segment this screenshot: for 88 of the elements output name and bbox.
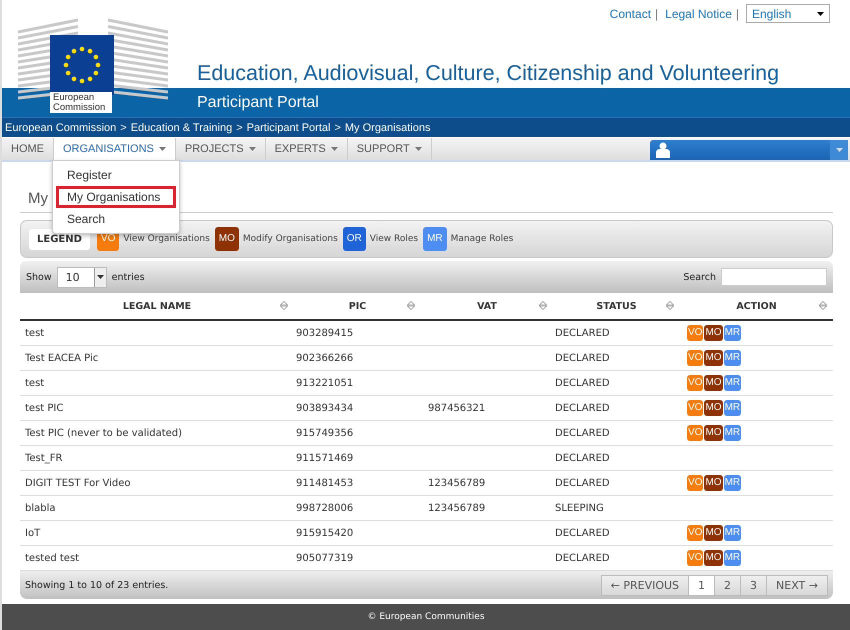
table-cell: test — [25, 378, 44, 388]
breadcrumb-link[interactable]: European Commission — [5, 122, 116, 134]
page-button[interactable]: NEXT → — [766, 574, 828, 596]
table-cell: 911571469 — [296, 452, 354, 464]
language-select[interactable]: English — [746, 4, 830, 23]
legend-text: Manage Roles — [450, 234, 514, 244]
entries-label: entries — [112, 272, 145, 282]
action-badge[interactable]: MO — [704, 375, 723, 391]
action-badge[interactable]: MO — [704, 350, 723, 366]
nav-item[interactable]: EXPERTS — [266, 138, 348, 160]
breadcrumb-link[interactable]: Participant Portal — [246, 122, 330, 134]
action-badge[interactable]: MO — [704, 550, 723, 566]
action-badge[interactable]: MO — [704, 525, 723, 541]
nav-item[interactable]: SUPPORT — [348, 138, 432, 160]
action-badge[interactable]: MR — [724, 325, 742, 341]
menu-item[interactable]: Register — [56, 164, 176, 186]
action-badge[interactable]: MR — [724, 350, 742, 366]
action-badge[interactable]: MO — [704, 325, 723, 341]
breadcrumb-separator: > — [236, 122, 243, 134]
table-cell: Test EACEA Pic — [25, 352, 98, 364]
table-cell: DECLARED — [555, 402, 610, 414]
separator-text: | — [655, 6, 658, 20]
table-cell: 915915420 — [296, 528, 354, 538]
breadcrumb-separator: > — [334, 122, 341, 134]
table-cell: DECLARED — [555, 378, 610, 388]
site-title: Education, Audiovisual, Culture, Citizenship and Volunteering — [197, 61, 780, 86]
menu-item[interactable]: My Organisations — [56, 186, 176, 208]
action-badge[interactable]: MO — [704, 425, 723, 441]
action-badge[interactable]: MR — [724, 550, 742, 566]
nav-item[interactable]: ORGANISATIONS — [54, 138, 176, 160]
table-cell: 998728006 — [296, 502, 354, 514]
page-size-select[interactable]: 10 — [56, 266, 107, 288]
table-cell: SLEEPING — [555, 502, 604, 514]
table-cell: DECLARED — [555, 452, 610, 464]
table-cell: DECLARED — [555, 328, 610, 338]
table-cell: 123456789 — [428, 502, 486, 514]
table-cell: 123456789 — [428, 478, 486, 488]
breadcrumb-link[interactable]: My Organisations — [344, 122, 430, 134]
table-cell: 903893434 — [296, 402, 354, 414]
breadcrumb-separator: > — [120, 122, 127, 134]
action-badge[interactable]: MO — [704, 475, 723, 491]
page-button[interactable]: 3 — [740, 574, 768, 596]
table-cell: 902366266 — [296, 352, 354, 364]
table-cell: DECLARED — [555, 552, 610, 564]
action-badge[interactable]: MR — [724, 400, 742, 416]
permission-badge: MO — [214, 227, 239, 251]
header-link[interactable]: Legal Notice — [665, 6, 732, 20]
table-cell: DECLARED — [555, 478, 610, 488]
entries-info: Showing 1 to 10 of 23 entries. — [25, 580, 168, 590]
action-badge[interactable]: MR — [724, 375, 742, 391]
permission-badge: MR — [423, 227, 447, 251]
table-cell: tested test — [25, 552, 80, 564]
table-cell: IoT — [25, 528, 40, 538]
menu-item[interactable]: Search — [56, 208, 176, 230]
table-cell: Test_FR — [25, 452, 62, 464]
header-link[interactable]: Contact — [610, 6, 652, 20]
permission-badge: OR — [342, 227, 366, 251]
table-cell: 911481453 — [296, 478, 354, 488]
legend-text: View Roles — [370, 234, 418, 244]
page-button[interactable]: 1 — [688, 574, 716, 596]
legend-text: View Organisations — [123, 234, 210, 244]
portal-title: Participant Portal — [197, 94, 319, 112]
table-cell: 987456321 — [428, 402, 486, 414]
table-cell: DECLARED — [555, 428, 610, 438]
action-badge[interactable]: MR — [724, 475, 742, 491]
table-cell: 915749356 — [296, 428, 354, 438]
table-cell: 905077319 — [296, 552, 354, 564]
table-cell: Test PIC (never to be validated) — [25, 428, 182, 438]
table-cell: DIGIT TEST For Video — [25, 478, 131, 488]
legend-text: Modify Organisations — [242, 234, 338, 244]
separator-text: | — [736, 6, 739, 20]
table-cell: 913221051 — [296, 378, 354, 388]
page-button[interactable]: 2 — [714, 574, 742, 596]
table-cell: 903289415 — [296, 328, 354, 338]
copyright-text: © European Communities — [367, 612, 485, 622]
action-badge[interactable]: MR — [724, 425, 742, 441]
table-cell: blabla — [25, 502, 56, 514]
action-badge[interactable]: MR — [724, 525, 742, 541]
table-cell: test PIC — [25, 402, 64, 414]
action-badge[interactable]: MO — [704, 400, 723, 416]
search-label: Search — [683, 272, 716, 282]
logo-text: European Commission — [50, 92, 112, 113]
table-cell: DECLARED — [555, 352, 610, 364]
show-label: Show — [26, 272, 52, 282]
page-button[interactable]: ← PREVIOUS — [600, 574, 690, 596]
table-cell: DECLARED — [555, 528, 610, 538]
breadcrumb-link[interactable]: Education & Training — [130, 122, 232, 134]
table-cell: test — [25, 328, 44, 338]
